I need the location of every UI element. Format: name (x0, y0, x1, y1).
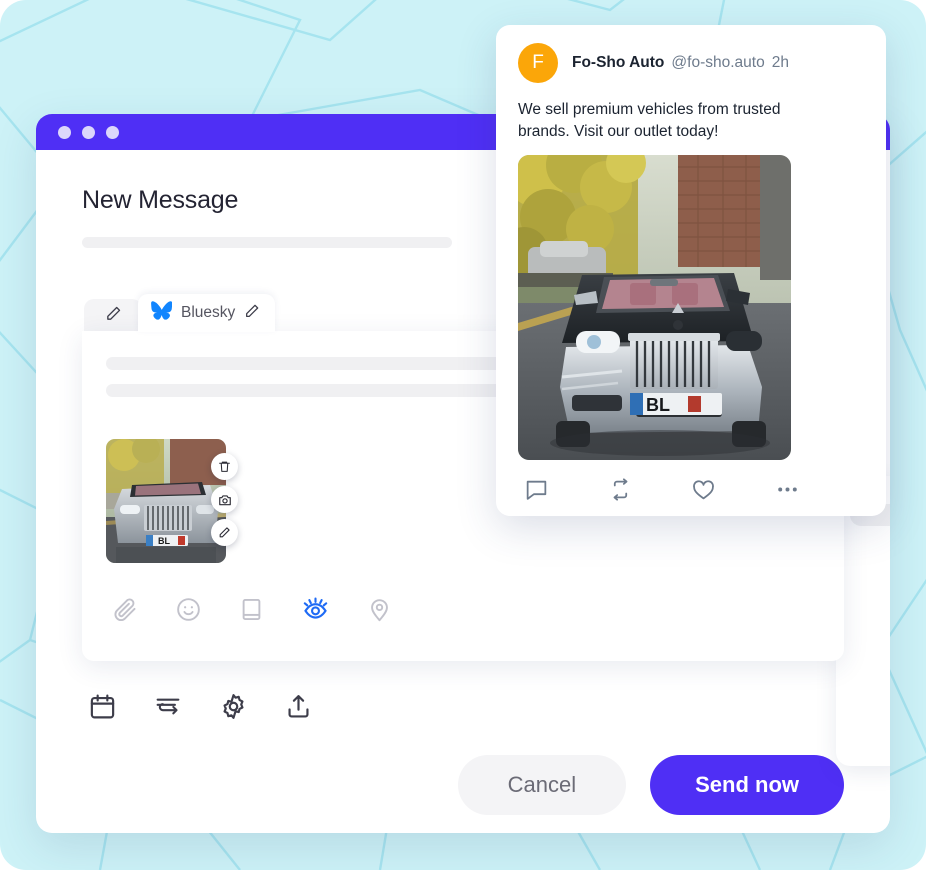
book-icon[interactable] (238, 596, 265, 623)
upload-icon[interactable] (284, 692, 313, 721)
subtitle-placeholder (82, 237, 452, 248)
send-now-button[interactable]: Send now (650, 755, 844, 815)
titlebar-dot-close[interactable] (58, 125, 71, 139)
post-display-name: Fo-Sho Auto (572, 54, 665, 71)
titlebar-dot-maximize[interactable] (106, 125, 119, 139)
background-panel (836, 476, 890, 766)
post-preview-header: F Fo-Sho Auto @fo-sho.auto 2h (518, 43, 864, 83)
edit-attachment-button[interactable] (211, 519, 238, 546)
gear-icon[interactable] (219, 692, 248, 721)
smiley-icon[interactable] (175, 596, 202, 623)
comment-icon[interactable] (524, 477, 608, 502)
svg-text:BL: BL (646, 395, 670, 415)
pencil-icon (105, 305, 122, 327)
avatar: F (518, 43, 558, 83)
svg-text:BL: BL (158, 536, 170, 546)
post-media-image[interactable]: BL (518, 155, 791, 460)
eye-icon[interactable] (301, 595, 330, 624)
post-preview-card: F Fo-Sho Auto @fo-sho.auto 2h We sell pr… (496, 25, 886, 516)
composer-toolbar (106, 595, 820, 624)
pencil-icon[interactable] (244, 303, 260, 324)
repost-icon[interactable] (608, 477, 692, 502)
tab-bluesky-label: Bluesky (181, 304, 236, 321)
post-author-info: Fo-Sho Auto @fo-sho.auto 2h (572, 54, 789, 72)
tab-bluesky[interactable]: Bluesky (138, 294, 276, 332)
heart-icon[interactable] (691, 477, 775, 502)
replace-attachment-button[interactable] (211, 486, 238, 513)
attachment-actions (211, 453, 238, 546)
post-handle: @fo-sho.auto (671, 54, 765, 71)
footer-actions: Cancel Send now (82, 755, 844, 815)
post-timestamp: 2h (771, 54, 789, 71)
post-body-text: We sell premium vehicles from trusted br… (518, 101, 781, 140)
attachment-thumbnail[interactable]: BL (106, 439, 238, 563)
titlebar-dot-minimize[interactable] (82, 125, 95, 139)
more-dots-icon[interactable] (775, 477, 859, 502)
bluesky-butterfly-icon (151, 301, 173, 325)
location-pin-icon[interactable] (366, 596, 393, 623)
attachment-image: BL (106, 439, 226, 563)
paperclip-icon[interactable] (112, 596, 139, 623)
calendar-icon[interactable] (88, 692, 117, 721)
queue-arrow-icon[interactable] (153, 691, 183, 721)
app-canvas: New Message Bluesky BL Cancel Send now F… (0, 0, 926, 870)
tab-generic[interactable] (84, 299, 142, 332)
delete-attachment-button[interactable] (211, 453, 238, 480)
window-toolbar (82, 691, 844, 721)
post-actions (518, 477, 864, 502)
cancel-button[interactable]: Cancel (457, 755, 627, 815)
